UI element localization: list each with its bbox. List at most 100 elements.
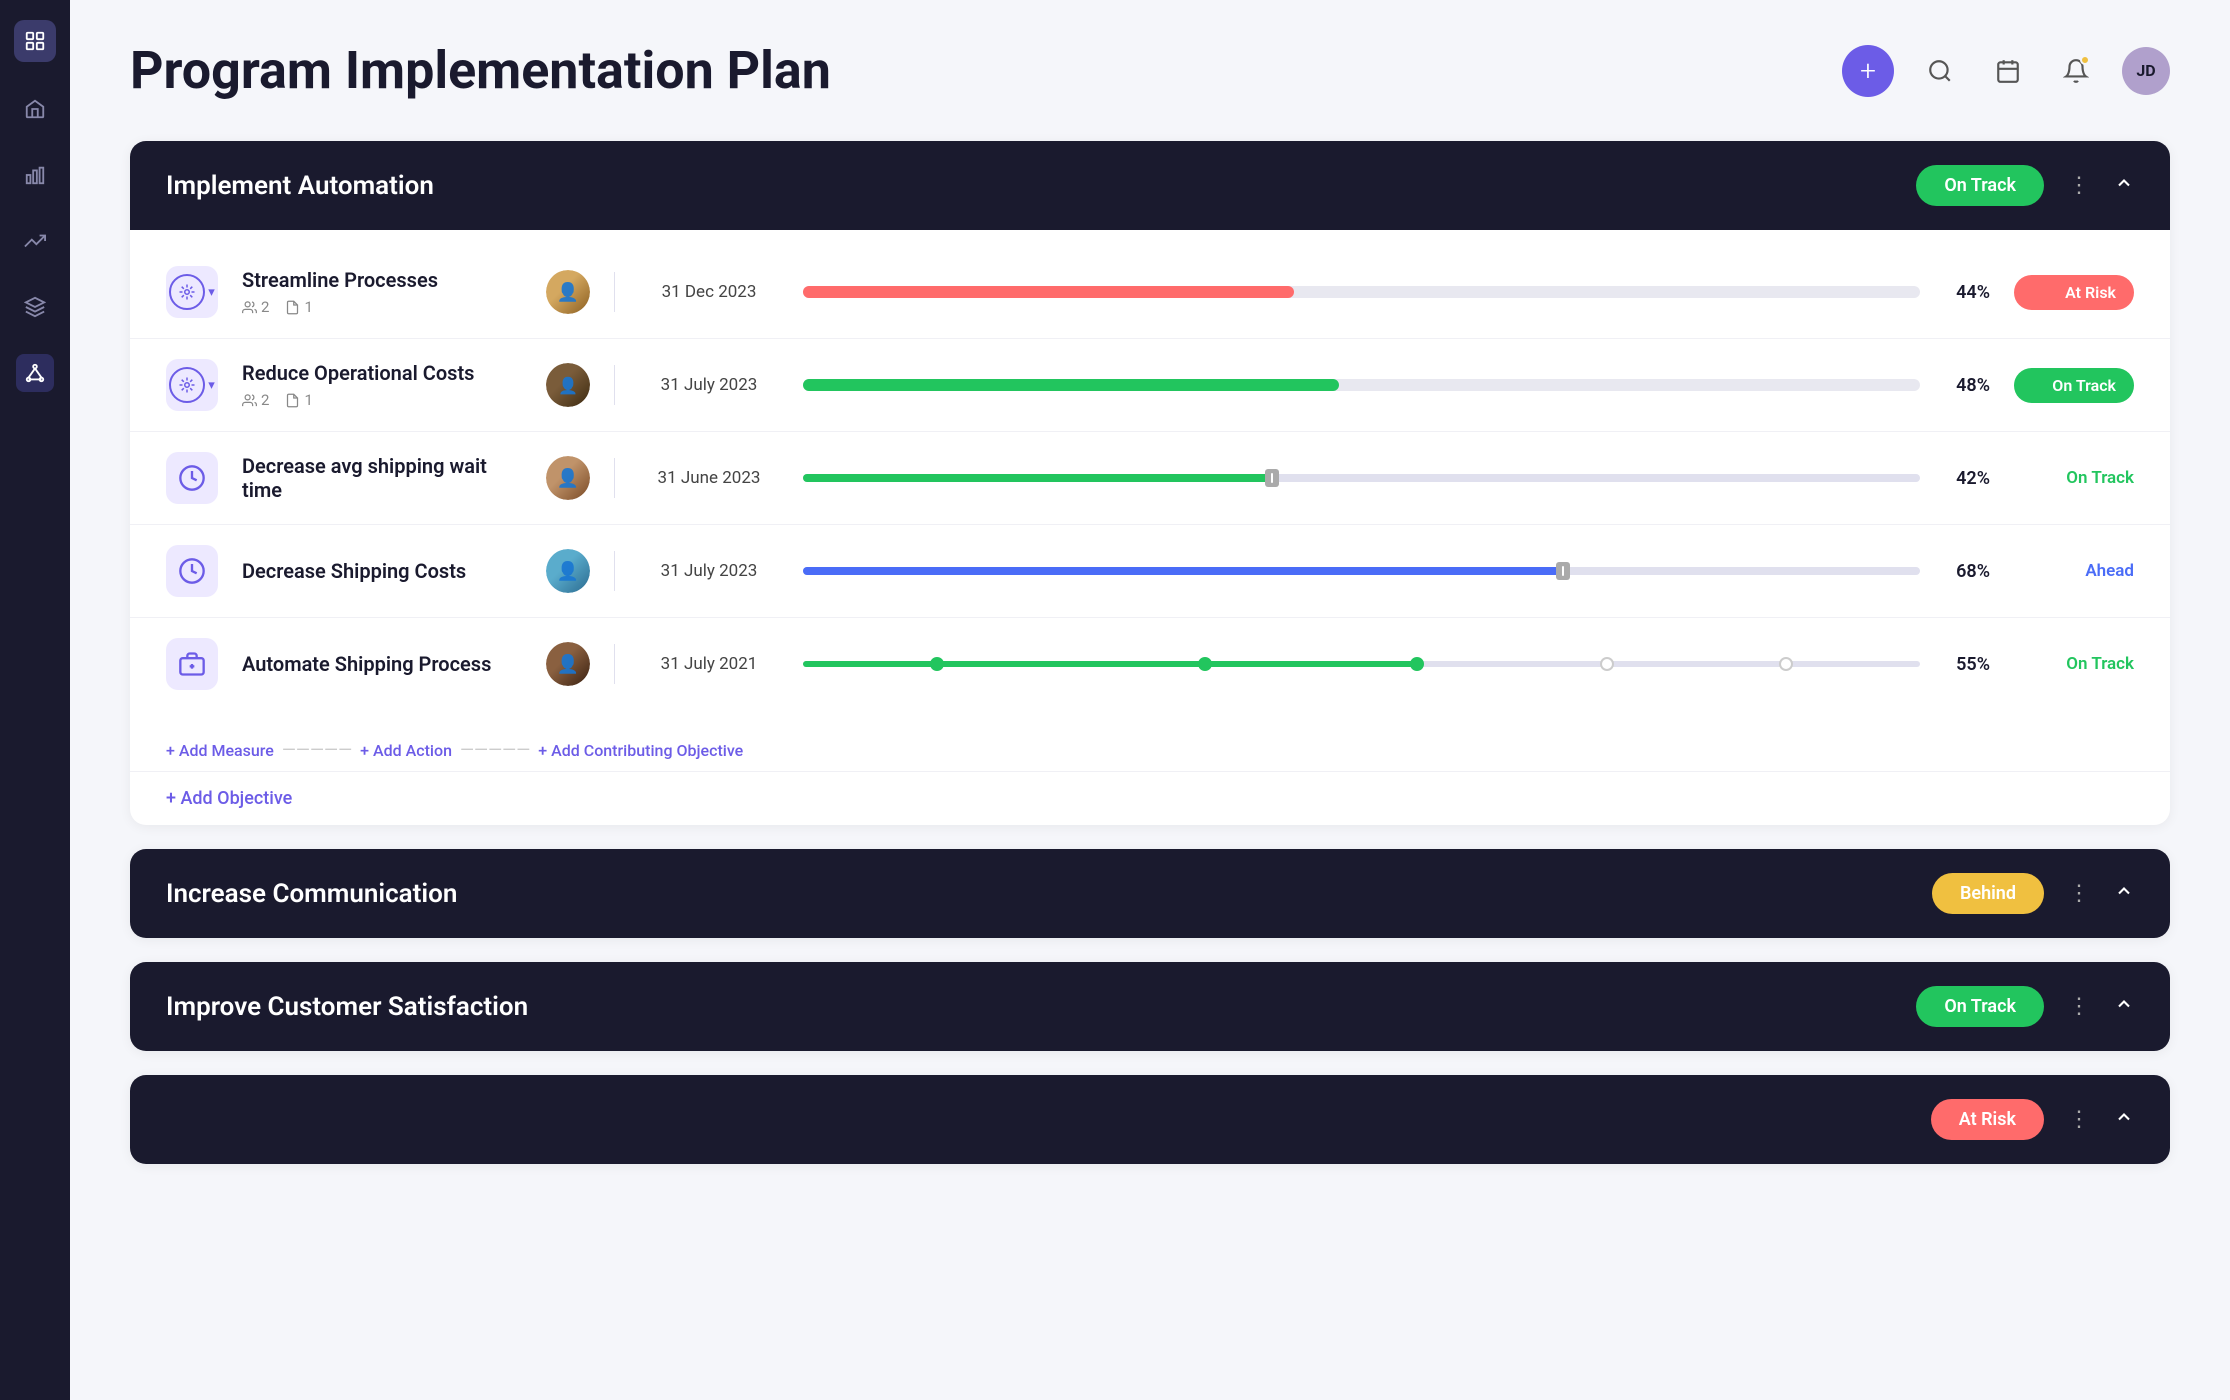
- sub-count-b: 1: [285, 298, 312, 316]
- sub-count-b-reduce: 1: [285, 391, 312, 409]
- objective-icon-inner-reduce: [169, 367, 205, 403]
- section-title-communication: Increase Communication: [166, 879, 457, 909]
- sidebar-item-layers[interactable]: [16, 288, 54, 326]
- divider-shipping-wait: [614, 458, 615, 498]
- section-menu-at-risk[interactable]: ⋮: [2060, 1103, 2098, 1136]
- notification-button[interactable]: [2054, 49, 2098, 93]
- section-collapse-customer[interactable]: [2114, 994, 2134, 1019]
- progress-area-shipping-wait: 42%: [803, 468, 1990, 489]
- divider-reduce: [614, 365, 615, 405]
- objective-icon-reduce: ▾: [166, 359, 218, 411]
- section-header-customer: Improve Customer Satisfaction On Track ⋮: [130, 962, 2170, 1051]
- progress-fill: [803, 286, 1294, 298]
- sub-count-a-reduce: 2: [242, 391, 269, 409]
- expand-chevron-reduce[interactable]: ▾: [208, 378, 215, 393]
- objective-avatar-automate: 👤: [546, 642, 590, 686]
- calendar-button[interactable]: [1986, 49, 2030, 93]
- objective-date-automate: 31 July 2021: [639, 654, 779, 674]
- objective-icon-streamline: ▾: [166, 266, 218, 318]
- table-row: Decrease Shipping Costs 👤 31 July 2023: [130, 525, 2170, 618]
- section-status-customer[interactable]: On Track: [1916, 986, 2044, 1027]
- progress-bar-streamline: [803, 286, 1920, 298]
- add-objective-button[interactable]: + Add Objective: [130, 771, 2170, 825]
- objective-name-automate: Automate Shipping Process: [242, 652, 522, 676]
- sidebar-item-trending[interactable]: [16, 222, 54, 260]
- main-content: Program Implementation Plan +: [70, 0, 2230, 1400]
- section-at-risk: At Risk ⋮: [130, 1075, 2170, 1164]
- section-header-right-at-risk: At Risk ⋮: [1931, 1099, 2134, 1140]
- separator-1: —————: [282, 740, 352, 761]
- objective-name-wrap-reduce: Reduce Operational Costs 2 1: [242, 361, 522, 409]
- section-header-right: On Track ⋮: [1916, 165, 2134, 206]
- user-avatar[interactable]: JD: [2122, 47, 2170, 95]
- table-row: ▾ Streamline Processes 2 1: [130, 246, 2170, 339]
- add-button[interactable]: +: [1842, 45, 1894, 97]
- sidebar-item-home[interactable]: [16, 90, 54, 128]
- section-status-at-risk[interactable]: At Risk: [1931, 1099, 2044, 1140]
- section-body-implement-automation: ▾ Streamline Processes 2 1: [130, 230, 2170, 726]
- header-actions: + JD: [1842, 45, 2170, 97]
- section-header-implement-automation: Implement Automation On Track ⋮: [130, 141, 2170, 230]
- objective-date-shipping-wait: 31 June 2023: [639, 468, 779, 488]
- section-collapse-at-risk[interactable]: [2114, 1107, 2134, 1132]
- progress-pct-shipping-wait: 42%: [1938, 468, 1990, 489]
- sidebar-logo[interactable]: [14, 20, 56, 62]
- divider: [614, 272, 615, 312]
- section-collapse-communication[interactable]: [2114, 881, 2134, 906]
- section-improve-customer: Improve Customer Satisfaction On Track ⋮: [130, 962, 2170, 1051]
- objective-name-wrap: Streamline Processes 2 1: [242, 268, 522, 316]
- objective-name-streamline: Streamline Processes: [242, 268, 522, 292]
- sidebar: [0, 0, 70, 1400]
- row-status-shipping-costs: Ahead: [2014, 561, 2134, 581]
- section-collapse-implement-automation[interactable]: [2114, 173, 2134, 198]
- objective-avatar-reduce: 👤: [546, 363, 590, 407]
- section-status-implement-automation[interactable]: On Track: [1916, 165, 2044, 206]
- table-row: Decrease avg shipping wait time 👤 31 Jun…: [130, 432, 2170, 525]
- progress-area-streamline: 44%: [803, 282, 1990, 303]
- expand-chevron[interactable]: ▾: [208, 285, 215, 300]
- add-links-row: + Add Measure ————— + Add Action ————— +…: [130, 726, 2170, 771]
- objective-sub-streamline: 2 1: [242, 298, 522, 316]
- add-action-link[interactable]: + Add Action: [360, 741, 452, 760]
- progress-fill-reduce: [803, 379, 1339, 391]
- section-menu-customer[interactable]: ⋮: [2060, 990, 2098, 1023]
- objective-date-reduce: 31 July 2023: [639, 375, 779, 395]
- section-menu-communication[interactable]: ⋮: [2060, 877, 2098, 910]
- section-implement-automation: Implement Automation On Track ⋮: [130, 141, 2170, 825]
- progress-pct-automate: 55%: [1938, 654, 1990, 675]
- progress-area-shipping-costs: 68%: [803, 561, 1990, 582]
- objective-name-reduce: Reduce Operational Costs: [242, 361, 522, 385]
- row-status-reduce: On Track: [2014, 368, 2134, 403]
- sub-count-a: 2: [242, 298, 269, 316]
- objective-icon-shipping-costs: [166, 545, 218, 597]
- section-title-implement-automation: Implement Automation: [166, 171, 434, 201]
- objective-icon-shipping-wait: [166, 452, 218, 504]
- objective-name-wrap-automate: Automate Shipping Process: [242, 652, 522, 676]
- progress-pct-reduce: 48%: [1938, 375, 1990, 396]
- section-increase-communication: Increase Communication Behind ⋮: [130, 849, 2170, 938]
- objective-avatar-shipping-costs: 👤: [546, 549, 590, 593]
- progress-pct-shipping-costs: 68%: [1938, 561, 1990, 582]
- section-status-communication[interactable]: Behind: [1932, 873, 2044, 914]
- page-header: Program Implementation Plan +: [130, 40, 2170, 101]
- objective-name-shipping-wait: Decrease avg shipping wait time: [242, 454, 522, 502]
- divider-automate: [614, 644, 615, 684]
- search-button[interactable]: [1918, 49, 1962, 93]
- table-row: ▾ Reduce Operational Costs 2 1: [130, 339, 2170, 432]
- add-contributing-link[interactable]: + Add Contributing Objective: [538, 741, 743, 760]
- notification-dot: [2080, 55, 2090, 65]
- objective-sub-reduce: 2 1: [242, 391, 522, 409]
- section-menu-implement-automation[interactable]: ⋮: [2060, 169, 2098, 202]
- objective-name-wrap-shipping-costs: Decrease Shipping Costs: [242, 559, 522, 583]
- section-header-right-customer: On Track ⋮: [1916, 986, 2134, 1027]
- objective-avatar-shipping-wait: 👤: [546, 456, 590, 500]
- sidebar-item-charts[interactable]: [16, 156, 54, 194]
- objective-avatar-streamline: 👤: [546, 270, 590, 314]
- objective-date-streamline: 31 Dec 2023: [639, 282, 779, 302]
- row-status-automate: On Track: [2014, 654, 2134, 674]
- section-title-customer: Improve Customer Satisfaction: [166, 992, 528, 1022]
- objective-name-shipping-costs: Decrease Shipping Costs: [242, 559, 522, 583]
- add-measure-link[interactable]: + Add Measure: [166, 741, 274, 760]
- progress-pct-streamline: 44%: [1938, 282, 1990, 303]
- sidebar-item-network[interactable]: [16, 354, 54, 392]
